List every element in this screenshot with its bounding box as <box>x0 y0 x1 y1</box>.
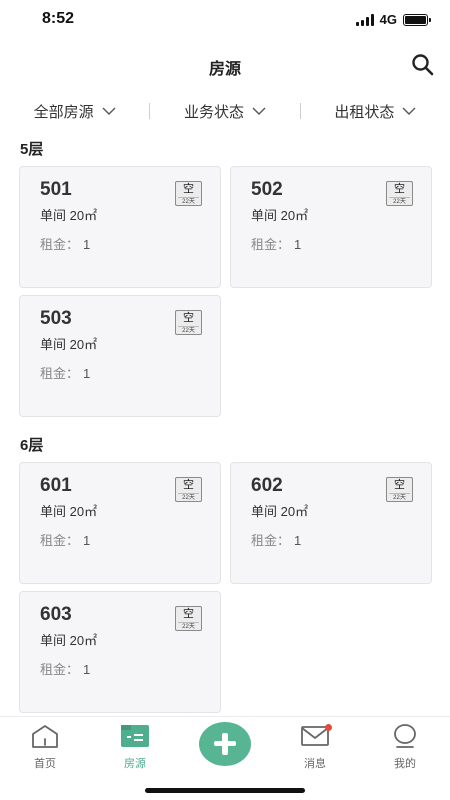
vacancy-badge: 空 22天 <box>175 606 202 631</box>
room-rent: 租金： 1 <box>40 363 90 382</box>
rent-label: 租金： <box>40 662 80 677</box>
notification-dot <box>325 724 332 731</box>
filter-label: 出租状态 <box>334 103 395 121</box>
home-indicator <box>145 788 305 793</box>
room-number: 501 <box>40 179 72 200</box>
vacancy-days: 22天 <box>389 493 410 502</box>
search-button[interactable] <box>410 52 436 78</box>
room-number: 603 <box>40 604 72 625</box>
vacancy-days: 22天 <box>178 326 199 335</box>
filter-all-rooms[interactable]: 全部房源 <box>0 101 149 122</box>
page-title: 房源 <box>208 61 241 78</box>
filter-rental-status[interactable]: 出租状态 <box>301 101 450 122</box>
vacancy-status: 空 <box>183 183 194 195</box>
room-type: 单间 20㎡ <box>40 337 98 352</box>
tab-rooms[interactable]: 房源 <box>100 723 170 771</box>
signal-icon <box>355 13 374 26</box>
room-number: 502 <box>251 179 283 200</box>
room-rent: 租金： 1 <box>40 530 90 549</box>
room-rent: 租金： 1 <box>40 659 90 678</box>
room-type: 单间 20㎡ <box>251 208 309 223</box>
filter-label: 业务状态 <box>183 103 244 121</box>
status-time: 8:52 <box>42 10 75 27</box>
vacancy-status: 空 <box>394 479 405 491</box>
rooms-icon <box>121 725 149 747</box>
room-card-603[interactable]: 603 单间 20㎡ 租金： 1 空 22天 <box>19 591 221 713</box>
tab-home[interactable]: 首页 <box>10 723 80 771</box>
room-type: 单间 20㎡ <box>40 504 98 519</box>
vacancy-status: 空 <box>394 183 405 195</box>
vacancy-days: 22天 <box>389 197 410 206</box>
room-type: 单间 20㎡ <box>40 633 98 648</box>
chevron-down-icon <box>102 107 116 115</box>
search-icon <box>412 54 434 76</box>
rent-value: 1 <box>83 533 91 548</box>
rent-label: 租金： <box>251 533 291 548</box>
room-rent: 租金： 1 <box>251 530 301 549</box>
status-indicators: 4G <box>355 12 431 27</box>
tab-mine[interactable]: 我的 <box>370 723 440 771</box>
rent-label: 租金： <box>40 533 80 548</box>
home-icon <box>32 725 58 748</box>
room-card-601[interactable]: 601 单间 20㎡ 租金： 1 空 22天 <box>19 462 221 584</box>
network-type: 4G <box>379 12 397 27</box>
room-rent: 租金： 1 <box>40 234 90 253</box>
tab-label: 消息 <box>304 758 326 770</box>
tab-label: 我的 <box>394 758 416 770</box>
chevron-down-icon <box>252 107 266 115</box>
status-bar: 8:52 4G <box>0 0 450 40</box>
rent-value: 1 <box>294 533 302 548</box>
vacancy-status: 空 <box>183 312 194 324</box>
rent-label: 租金： <box>251 237 291 252</box>
vacancy-days: 22天 <box>178 622 199 631</box>
vacancy-badge: 空 22天 <box>386 181 413 206</box>
rent-value: 1 <box>83 237 91 252</box>
vacancy-badge: 空 22天 <box>175 310 202 335</box>
nav-bar: 房源 <box>0 44 450 88</box>
room-number: 601 <box>40 475 72 496</box>
vacancy-badge: 空 22天 <box>175 477 202 502</box>
room-number: 602 <box>251 475 283 496</box>
tab-label: 房源 <box>124 758 146 770</box>
vacancy-status: 空 <box>183 479 194 491</box>
battery-icon <box>403 13 431 26</box>
filter-bar: 全部房源 业务状态 出租状态 <box>0 96 450 126</box>
floor-label-6: 6层 <box>20 437 44 454</box>
vacancy-badge: 空 22天 <box>175 181 202 206</box>
rent-value: 1 <box>83 366 91 381</box>
vacancy-status: 空 <box>183 608 194 620</box>
tab-messages[interactable]: 消息 <box>280 723 350 771</box>
tab-label: 首页 <box>34 758 56 770</box>
room-card-501[interactable]: 501 单间 20㎡ 租金： 1 空 22天 <box>19 166 221 288</box>
profile-icon <box>394 724 416 748</box>
vacancy-days: 22天 <box>178 197 199 206</box>
rent-label: 租金： <box>40 237 80 252</box>
add-button[interactable] <box>199 722 251 766</box>
room-card-602[interactable]: 602 单间 20㎡ 租金： 1 空 22天 <box>230 462 432 584</box>
filter-business-status[interactable]: 业务状态 <box>150 101 299 122</box>
room-card-502[interactable]: 502 单间 20㎡ 租金： 1 空 22天 <box>230 166 432 288</box>
rent-value: 1 <box>294 237 302 252</box>
room-type: 单间 20㎡ <box>251 504 309 519</box>
room-rent: 租金： 1 <box>251 234 301 253</box>
vacancy-days: 22天 <box>178 493 199 502</box>
vacancy-badge: 空 22天 <box>386 477 413 502</box>
room-card-503[interactable]: 503 单间 20㎡ 租金： 1 空 22天 <box>19 295 221 417</box>
filter-label: 全部房源 <box>33 103 94 121</box>
room-type: 单间 20㎡ <box>40 208 98 223</box>
room-number: 503 <box>40 308 72 329</box>
rent-value: 1 <box>83 662 91 677</box>
chevron-down-icon <box>402 107 416 115</box>
floor-label-5: 5层 <box>20 141 44 158</box>
rent-label: 租金： <box>40 366 80 381</box>
